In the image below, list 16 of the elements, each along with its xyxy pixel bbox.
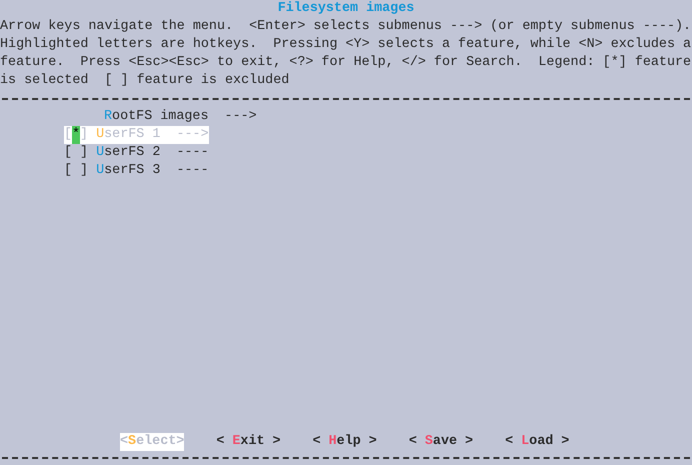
help-text: is selected [ ] feature is excluded bbox=[0, 72, 290, 90]
dialog-title: Filesystem images bbox=[278, 0, 414, 18]
help-text: Highlighted letters are hotkeys. Pressing <Y> selects a feature, while <N> excludes a bbox=[0, 36, 692, 54]
checkbox[interactable]: [ ] bbox=[64, 144, 88, 162]
dialog-button[interactable]: < Save > bbox=[408, 433, 474, 451]
dialog-button[interactable]: < Load > bbox=[505, 433, 570, 451]
menu-item[interactable]: [*] UserFS 1 ---> bbox=[64, 126, 209, 144]
menu-item[interactable]: [ ] UserFS 2 ---- bbox=[64, 144, 209, 162]
dialog-button[interactable]: < Exit > bbox=[216, 433, 281, 451]
help-text: Arrow keys navigate the menu. <Enter> selects submenus ---> (or empty submenus ----). bbox=[0, 18, 692, 36]
menu-item[interactable]: RootFS images ---> bbox=[64, 108, 257, 126]
dialog-button[interactable]: < Help > bbox=[312, 433, 377, 451]
menu-item[interactable]: [ ] UserFS 3 ---- bbox=[64, 162, 209, 180]
checkbox[interactable]: [ ] bbox=[64, 162, 88, 180]
help-text: feature. Press <Esc><Esc> to exit, <?> for Help, </> for Search. Legend: [*] feature bbox=[0, 54, 692, 72]
checkbox[interactable]: [*] bbox=[64, 126, 88, 144]
